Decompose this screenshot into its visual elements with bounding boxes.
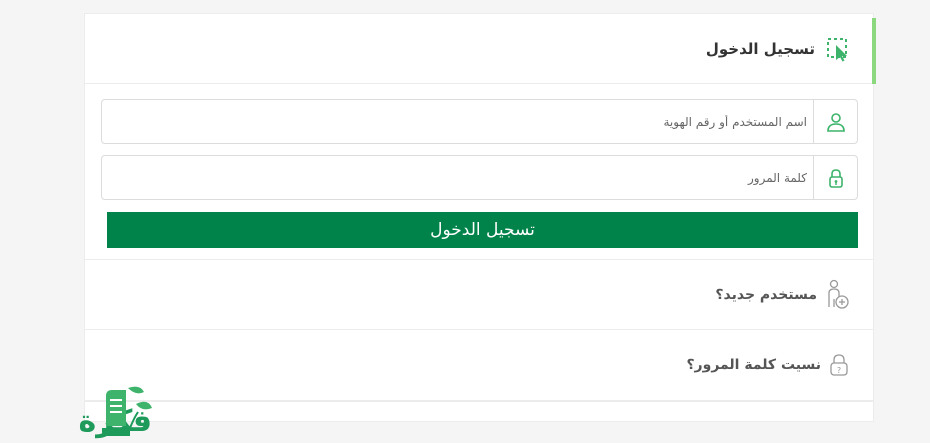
svg-text:?: ?	[837, 366, 841, 375]
header-accent-bar	[872, 18, 876, 84]
login-card: تسجيل الدخول تسجيل الدخول	[84, 13, 876, 422]
username-field[interactable]	[101, 99, 858, 144]
new-user-label: مستخدم جديد؟	[715, 286, 817, 303]
login-pointer-icon	[827, 37, 847, 61]
login-header: تسجيل الدخول	[85, 14, 876, 84]
card-bottom-divider	[85, 400, 873, 402]
password-input[interactable]	[102, 156, 813, 199]
lock-icon	[813, 156, 857, 199]
login-submit-button[interactable]: تسجيل الدخول	[107, 212, 858, 248]
forgot-password-link[interactable]: ? نسيت كلمة المرور؟	[85, 329, 873, 399]
new-user-link[interactable]: مستخدم جديد؟	[85, 259, 873, 329]
lock-question-icon: ?	[830, 353, 848, 376]
user-icon	[813, 100, 857, 143]
password-field[interactable]	[101, 155, 858, 200]
forgot-password-label: نسيت كلمة المرور؟	[686, 356, 821, 373]
book-leaf-icon	[102, 386, 152, 436]
fikra-logo: فكرة	[0, 378, 152, 443]
add-user-icon	[828, 279, 849, 309]
username-input[interactable]	[102, 100, 813, 143]
page-title: تسجيل الدخول	[705, 39, 815, 58]
